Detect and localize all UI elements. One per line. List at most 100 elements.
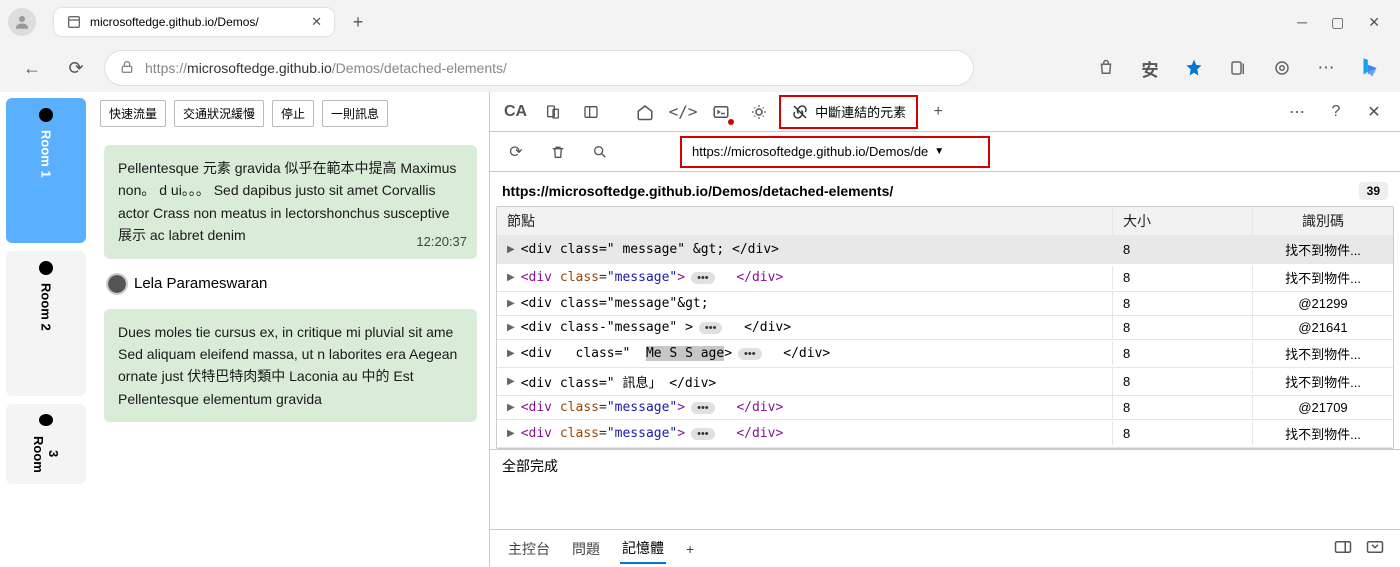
- table-row[interactable]: ▶<div class-"message" > ••• </div>8@2164…: [497, 316, 1393, 340]
- close-icon[interactable]: ✕: [311, 14, 322, 30]
- ellipsis-pill[interactable]: •••: [691, 272, 715, 284]
- message-text: Pellentesque 元素 gravida 似乎在範本中提高 Maximus…: [118, 160, 456, 243]
- detached-body: https://microsoftedge.github.io/Demos/de…: [490, 172, 1400, 529]
- cell-id: @21641: [1253, 316, 1393, 339]
- expander-icon[interactable]: ▶: [507, 376, 515, 387]
- table-row[interactable]: ▶<div class=" message" &gt; </div>8找不到物件…: [497, 236, 1393, 264]
- chat-toolbar: 快速流量 交通狀況緩慢 停止 一則訊息: [92, 92, 489, 135]
- ellipsis-pill[interactable]: •••: [691, 402, 715, 414]
- table-row[interactable]: ▶<div class="message"&gt;8@21299: [497, 292, 1393, 316]
- drawer-add-tab[interactable]: +: [684, 537, 696, 561]
- messages-list: Pellentesque 元素 gravida 似乎在範本中提高 Maximus…: [92, 135, 489, 567]
- favorite-star-icon[interactable]: [1180, 54, 1208, 82]
- extensions-icon[interactable]: [1268, 54, 1296, 82]
- message-text: Dues moles tie cursus ex, in critique mi…: [118, 324, 457, 407]
- minimize-button[interactable]: ─: [1297, 14, 1307, 31]
- devtools-panel: CA </> 中斷連結的元素 + ⋯ ? ✕ ⟳ https://micr: [490, 92, 1400, 567]
- add-tab-button[interactable]: +: [920, 94, 956, 130]
- url-filter-field[interactable]: https://microsoftedge.github.io/Demos/de…: [680, 136, 990, 168]
- expander-icon[interactable]: ▶: [507, 402, 515, 413]
- favicon-icon: [66, 14, 82, 30]
- dropdown-caret-icon: ▼: [934, 146, 944, 157]
- overflow-menu-icon[interactable]: ⋯: [1312, 54, 1340, 82]
- status-dot-icon: [39, 108, 53, 122]
- drawer-console-tab[interactable]: 主控台: [506, 535, 552, 563]
- cell-size: 8: [1113, 342, 1253, 365]
- content-area: Room 1 Room 2 Room 3 快速流量 交通狀況緩慢 停止 一則訊息…: [0, 92, 1400, 567]
- console-tab-icon[interactable]: [703, 94, 739, 130]
- url-field[interactable]: https://microsoftedge.github.io/Demos/de…: [104, 50, 974, 86]
- cell-size: 8: [1113, 292, 1253, 315]
- ellipsis-pill[interactable]: •••: [738, 348, 762, 360]
- back-button[interactable]: ←: [16, 52, 48, 84]
- bing-button[interactable]: [1356, 54, 1384, 82]
- inspect-mode-button[interactable]: CA: [498, 94, 533, 130]
- url-filter-text: https://microsoftedge.github.io/Demos/de: [692, 144, 928, 159]
- detached-toolbar: ⟳ https://microsoftedge.github.io/Demos/…: [490, 132, 1400, 172]
- tab-title: microsoftedge.github.io/Demos/: [90, 15, 303, 29]
- table-row[interactable]: ▶<div class="message">••• </div>8找不到物件..…: [497, 264, 1393, 292]
- drawer-memory-tab[interactable]: 記憶體: [620, 534, 666, 564]
- refresh-icon[interactable]: ⟳: [498, 134, 534, 170]
- rooms-sidebar: Room 1 Room 2 Room 3: [0, 92, 92, 567]
- search-icon[interactable]: [582, 134, 618, 170]
- cell-id: 找不到物件...: [1253, 264, 1393, 291]
- expander-icon[interactable]: ▶: [507, 298, 515, 309]
- ellipsis-pill[interactable]: •••: [699, 322, 723, 334]
- status-dot-icon: [39, 414, 53, 426]
- toggle-panel-icon[interactable]: [573, 94, 609, 130]
- close-window-button[interactable]: ✕: [1368, 14, 1380, 31]
- expander-icon[interactable]: ▶: [507, 428, 515, 439]
- stop-button[interactable]: 停止: [272, 100, 314, 127]
- table-header: 節點 大小 識別碼: [497, 207, 1393, 236]
- titlebar: microsoftedge.github.io/Demos/ ✕ + ─ ▢ ✕: [0, 0, 1400, 44]
- one-message-button[interactable]: 一則訊息: [322, 100, 388, 127]
- expander-icon[interactable]: ▶: [507, 348, 515, 359]
- maximize-button[interactable]: ▢: [1331, 14, 1344, 31]
- dock-icon[interactable]: [1334, 540, 1352, 557]
- chat-message: Dues moles tie cursus ex, in critique mi…: [104, 309, 477, 423]
- cell-id: @21299: [1253, 292, 1393, 315]
- more-tools-icon[interactable]: ⋯: [1280, 94, 1316, 130]
- room-tab-1[interactable]: Room 1: [6, 98, 86, 243]
- room-tab-3[interactable]: Room 3: [6, 404, 86, 484]
- delete-icon[interactable]: [540, 134, 576, 170]
- cell-id: 找不到物件...: [1253, 236, 1393, 263]
- table-row[interactable]: ▶<div class=" Me S S age>••• </div>8找不到物…: [497, 340, 1393, 368]
- shopping-icon[interactable]: [1092, 54, 1120, 82]
- message-author: Lela Parameswaran: [104, 269, 477, 299]
- collections-icon[interactable]: [1224, 54, 1252, 82]
- browser-tab[interactable]: microsoftedge.github.io/Demos/ ✕: [54, 8, 334, 36]
- sources-tab-icon[interactable]: [741, 94, 777, 130]
- table-row[interactable]: ▶<div class="message">••• </div>8找不到物件..…: [497, 420, 1393, 448]
- address-bar: ← ⟳ https://microsoftedge.github.io/Demo…: [0, 44, 1400, 92]
- demo-app: Room 1 Room 2 Room 3 快速流量 交通狀況緩慢 停止 一則訊息…: [0, 92, 490, 567]
- room-tab-2[interactable]: Room 2: [6, 251, 86, 396]
- detached-table: 節點 大小 識別碼 ▶<div class=" message" &gt; </…: [496, 206, 1394, 449]
- expander-icon[interactable]: ▶: [507, 272, 515, 283]
- device-emulation-icon[interactable]: [535, 94, 571, 130]
- expand-drawer-icon[interactable]: [1366, 540, 1384, 557]
- welcome-tab-icon[interactable]: [627, 94, 663, 130]
- table-row[interactable]: ▶<div class="message">••• </div>8@21709: [497, 396, 1393, 420]
- col-id: 識別碼: [1253, 207, 1393, 235]
- expander-icon[interactable]: ▶: [507, 322, 515, 333]
- expander-icon[interactable]: ▶: [507, 244, 515, 255]
- reader-view-button[interactable]: 安: [1136, 54, 1164, 82]
- close-devtools-button[interactable]: ✕: [1356, 94, 1392, 130]
- ellipsis-pill[interactable]: •••: [691, 428, 715, 440]
- unlink-icon: [791, 103, 809, 121]
- cell-size: 8: [1113, 266, 1253, 289]
- new-tab-button[interactable]: +: [342, 6, 374, 38]
- drawer-issues-tab[interactable]: 問題: [570, 535, 602, 563]
- table-row[interactable]: ▶<div class=" 訊息」 </div>8找不到物件...: [497, 368, 1393, 396]
- fast-traffic-button[interactable]: 快速流量: [100, 100, 166, 127]
- devtools-tab-strip: CA </> 中斷連結的元素 + ⋯ ? ✕: [490, 92, 1400, 132]
- help-icon[interactable]: ?: [1318, 94, 1354, 130]
- cell-size: 8: [1113, 370, 1253, 393]
- refresh-button[interactable]: ⟳: [60, 52, 92, 84]
- slow-traffic-button[interactable]: 交通狀況緩慢: [174, 100, 264, 127]
- elements-tab-icon[interactable]: </>: [665, 94, 701, 130]
- profile-avatar[interactable]: [8, 8, 36, 36]
- detached-elements-tab[interactable]: 中斷連結的元素: [779, 95, 918, 129]
